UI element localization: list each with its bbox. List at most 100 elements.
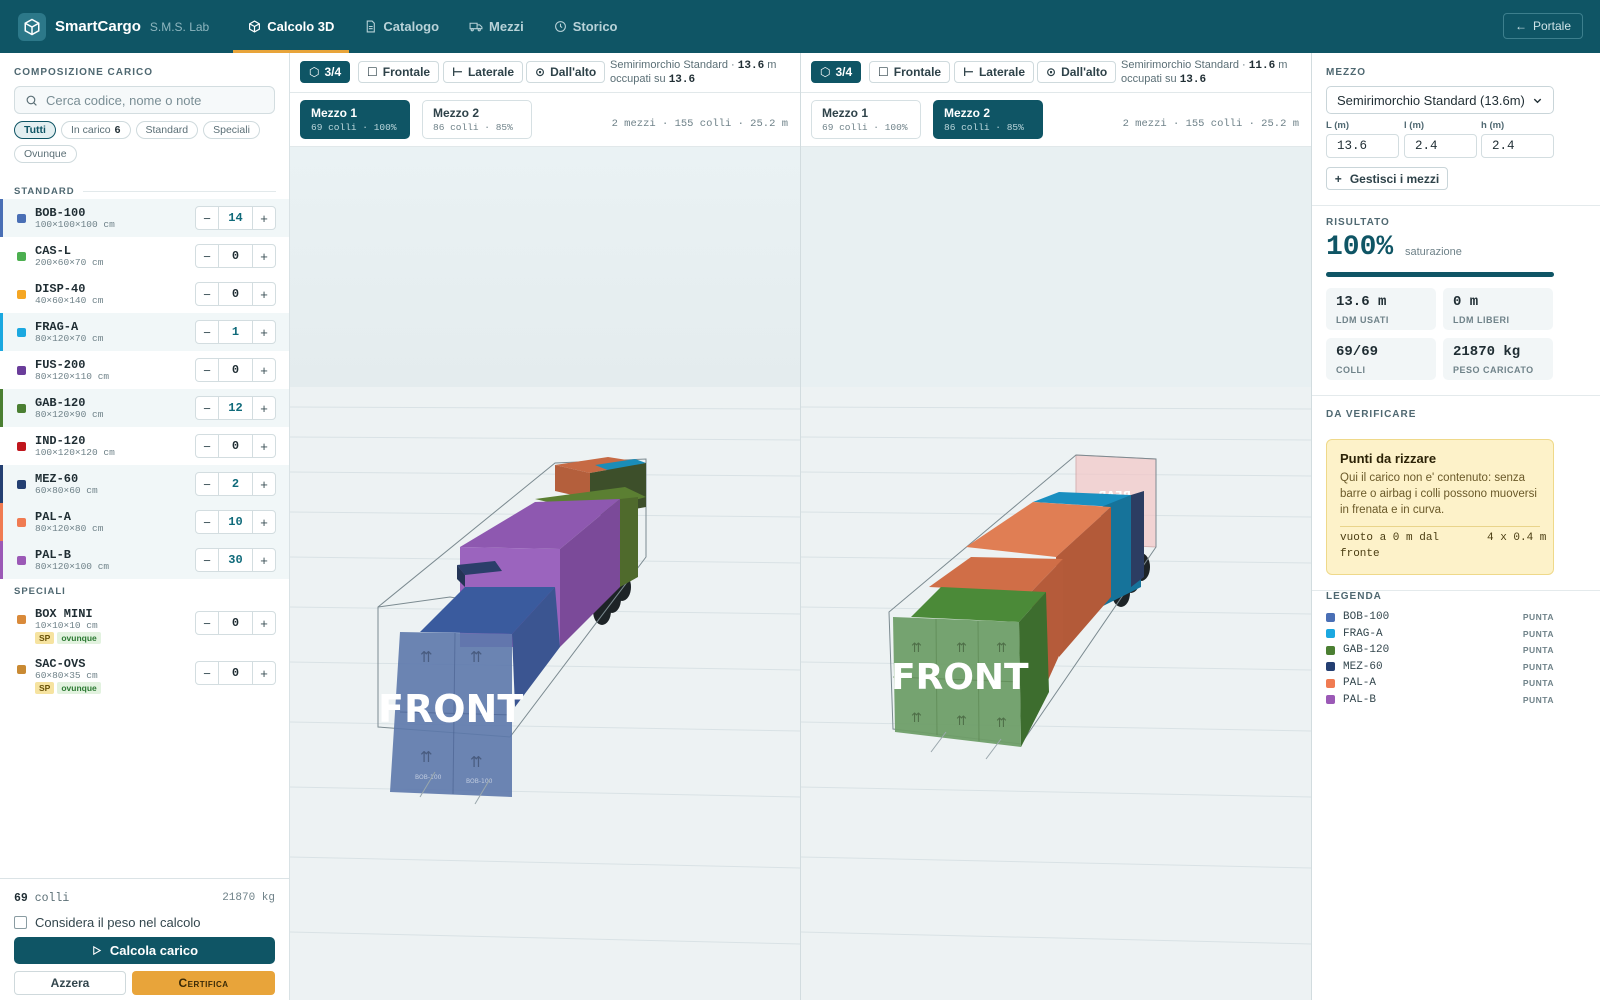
increment-button[interactable]: + xyxy=(253,207,275,229)
decrement-button[interactable]: − xyxy=(196,473,218,495)
item-row-bob-100[interactable]: BOB-100 100×100×100 cm −14 + xyxy=(0,199,289,237)
view-front-button[interactable]: ☐ Frontale xyxy=(358,61,440,83)
quantity-value[interactable]: 0 xyxy=(218,662,253,684)
item-row-ind-120[interactable]: IND-120 100×120×120 cm −0 + xyxy=(0,427,289,465)
increment-button[interactable]: + xyxy=(253,612,275,634)
quantity-stepper[interactable]: −0 + xyxy=(195,282,276,306)
width-input[interactable]: 2.4 xyxy=(1404,134,1477,158)
height-input[interactable]: 2.4 xyxy=(1481,134,1554,158)
vehicle-select[interactable]: Semirimorchio Standard (13.6m) xyxy=(1326,86,1554,114)
view-3-4-button[interactable]: ⬡ 3/4 xyxy=(811,61,862,83)
decrement-button[interactable]: − xyxy=(196,662,218,684)
item-row-mez-60[interactable]: MEZ-60 60×80×60 cm −2 + xyxy=(0,465,289,503)
decrement-button[interactable]: − xyxy=(196,207,218,229)
3d-scene-mezzo-2[interactable]: REAR ⇈ ⇈ ⇈ ⇈ xyxy=(801,147,1312,1000)
item-row-gab-120[interactable]: GAB-120 80×120×90 cm −12 + xyxy=(0,389,289,427)
nav-catalogo[interactable]: Catalogo xyxy=(349,0,454,53)
filter-tutti[interactable]: Tutti xyxy=(14,121,56,139)
decrement-button[interactable]: − xyxy=(196,397,218,419)
weight-checkbox[interactable] xyxy=(14,916,27,929)
view-side-button[interactable]: ⊢ Laterale xyxy=(443,61,523,83)
increment-button[interactable]: + xyxy=(253,511,275,533)
quantity-stepper[interactable]: −0 + xyxy=(195,358,276,382)
quantity-value[interactable]: 10 xyxy=(218,511,253,533)
increment-button[interactable]: + xyxy=(253,397,275,419)
view-top-button[interactable]: ⊙ Dall'alto xyxy=(526,61,606,83)
decrement-button[interactable]: − xyxy=(196,321,218,343)
3d-scene-mezzo-1[interactable]: ⇈ ⇈ ⇈ ⇈ FRONT BOB-100 BOB-100 xyxy=(290,147,801,1000)
decrement-button[interactable]: − xyxy=(196,612,218,634)
quantity-stepper[interactable]: −1 + xyxy=(195,320,276,344)
increment-button[interactable]: + xyxy=(253,321,275,343)
item-row-pal-a[interactable]: PAL-A 80×120×80 cm −10 + xyxy=(0,503,289,541)
search-box[interactable] xyxy=(14,86,275,114)
quantity-value[interactable]: 0 xyxy=(218,359,253,381)
portal-button[interactable]: ← Portale xyxy=(1502,13,1583,39)
quantity-stepper[interactable]: −0 + xyxy=(195,661,276,685)
weight-checkbox-row[interactable]: Considera il peso nel calcolo xyxy=(14,915,200,930)
view-side-button[interactable]: ⊢ Laterale xyxy=(954,61,1034,83)
quantity-value[interactable]: 2 xyxy=(218,473,253,495)
cube-logo-icon[interactable] xyxy=(18,12,46,41)
quantity-value[interactable]: 30 xyxy=(218,549,253,571)
item-row-fus-200[interactable]: FUS-200 80×120×110 cm −0 + xyxy=(0,351,289,389)
filter-speciali[interactable]: Speciali xyxy=(203,121,260,139)
decrement-button[interactable]: − xyxy=(196,359,218,381)
search-input[interactable] xyxy=(46,92,266,108)
certify-button[interactable]: Certifica xyxy=(132,971,275,995)
increment-button[interactable]: + xyxy=(253,245,275,267)
quantity-stepper[interactable]: −12 + xyxy=(195,396,276,420)
quantity-value[interactable]: 0 xyxy=(218,435,253,457)
item-row-box-mini[interactable]: BOX MINI 10×10×10 cm SP ovunque −0 + xyxy=(0,598,289,648)
filter-ovunque[interactable]: Ovunque xyxy=(14,145,77,163)
nav-mezzi[interactable]: Mezzi xyxy=(454,0,539,53)
view-3-4-button[interactable]: ⬡ 3/4 xyxy=(300,61,351,83)
quantity-value[interactable]: 0 xyxy=(218,612,253,634)
decrement-button[interactable]: − xyxy=(196,435,218,457)
decrement-button[interactable]: − xyxy=(196,283,218,305)
legend-code: PAL-A xyxy=(1343,677,1377,689)
quantity-stepper[interactable]: −0 + xyxy=(195,244,276,268)
quantity-value[interactable]: 0 xyxy=(218,283,253,305)
item-row-sac-ovs[interactable]: SAC-OVS 60×80×35 cm SP ovunque −0 + xyxy=(0,648,289,698)
quantity-stepper[interactable]: −0 + xyxy=(195,611,276,635)
increment-button[interactable]: + xyxy=(253,549,275,571)
filter-in-carico[interactable]: In carico 6 xyxy=(60,121,131,139)
view-front-button[interactable]: ☐ Frontale xyxy=(869,61,951,83)
decrement-button[interactable]: − xyxy=(196,245,218,267)
item-row-disp-40[interactable]: DISP-40 40×60×140 cm −0 + xyxy=(0,275,289,313)
item-row-cas-l[interactable]: CAS-L 200×60×70 cm −0 + xyxy=(0,237,289,275)
quantity-stepper[interactable]: −10 + xyxy=(195,510,276,534)
increment-button[interactable]: + xyxy=(253,662,275,684)
decrement-button[interactable]: − xyxy=(196,549,218,571)
quantity-value[interactable]: 1 xyxy=(218,321,253,343)
quantity-stepper[interactable]: −30 + xyxy=(195,548,276,572)
tab-mezzo-2[interactable]: Mezzo 2 86 colli · 85% xyxy=(933,100,1043,139)
item-row-frag-a[interactable]: FRAG-A 80×120×70 cm −1 + xyxy=(0,313,289,351)
increment-button[interactable]: + xyxy=(253,435,275,457)
clock-icon xyxy=(554,21,566,32)
reset-button[interactable]: Azzera xyxy=(14,971,126,995)
nav-calcolo-3d[interactable]: Calcolo 3D xyxy=(233,0,350,53)
legend-tag: PUNTA xyxy=(1522,645,1554,655)
calculate-button[interactable]: Calcola carico xyxy=(14,937,275,964)
quantity-value[interactable]: 14 xyxy=(218,207,253,229)
filter-standard[interactable]: Standard xyxy=(135,121,199,139)
quantity-value[interactable]: 0 xyxy=(218,245,253,267)
decrement-button[interactable]: − xyxy=(196,511,218,533)
view-top-button[interactable]: ⊙ Dall'alto xyxy=(1037,61,1117,83)
tab-mezzo-2[interactable]: Mezzo 2 86 colli · 85% xyxy=(422,100,532,139)
length-input[interactable]: 13.6 xyxy=(1326,134,1399,158)
quantity-value[interactable]: 12 xyxy=(218,397,253,419)
quantity-stepper[interactable]: −0 + xyxy=(195,434,276,458)
nav-storico[interactable]: Storico xyxy=(539,0,633,53)
item-row-pal-b[interactable]: PAL-B 80×120×100 cm −30 + xyxy=(0,541,289,579)
quantity-stepper[interactable]: −14 + xyxy=(195,206,276,230)
manage-vehicles-button[interactable]: + Gestisci i mezzi xyxy=(1326,167,1448,190)
increment-button[interactable]: + xyxy=(253,473,275,495)
increment-button[interactable]: + xyxy=(253,283,275,305)
increment-button[interactable]: + xyxy=(253,359,275,381)
quantity-stepper[interactable]: −2 + xyxy=(195,472,276,496)
tab-mezzo-1[interactable]: Mezzo 1 69 colli · 100% xyxy=(811,100,921,139)
tab-mezzo-1[interactable]: Mezzo 1 69 colli · 100% xyxy=(300,100,410,139)
